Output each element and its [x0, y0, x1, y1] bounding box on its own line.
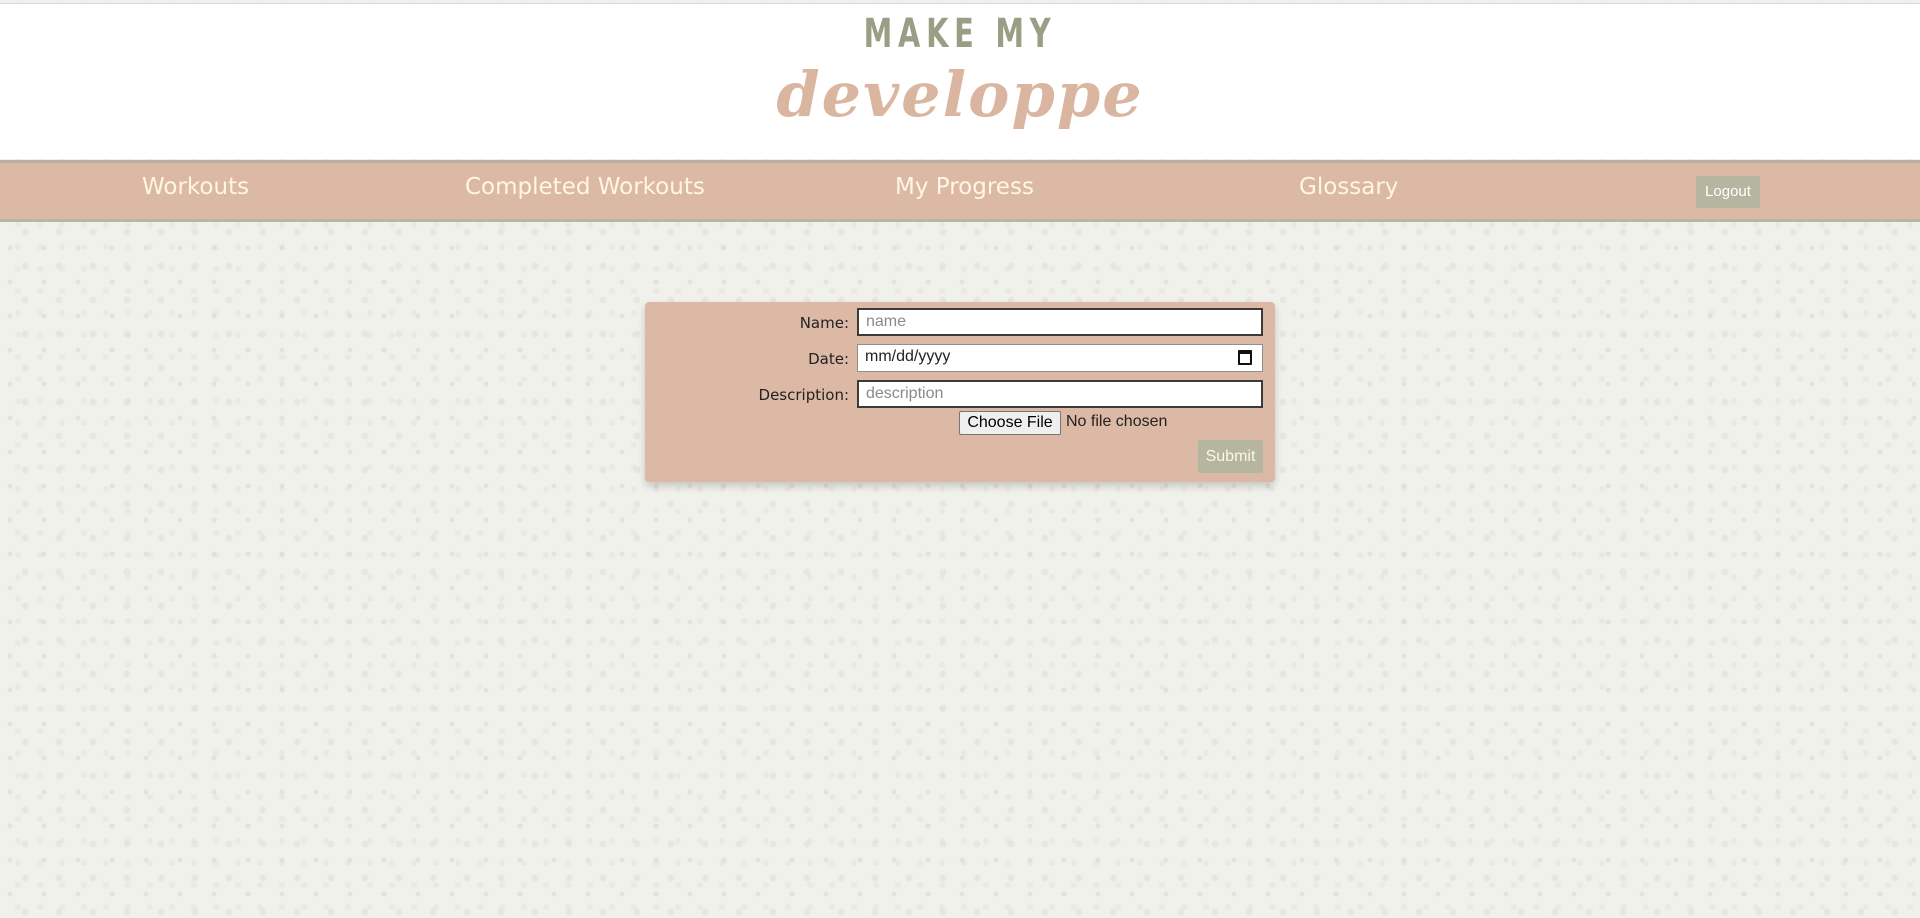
- description-input[interactable]: description: [857, 380, 1263, 408]
- calendar-icon[interactable]: [1238, 350, 1252, 365]
- name-label: Name:: [799, 314, 849, 332]
- nav-item-completed-workouts[interactable]: Completed Workouts: [465, 174, 705, 200]
- site-header: MAKE MY developpe: [0, 4, 1920, 159]
- main-navigation: Workouts Completed Workouts My Progress …: [0, 160, 1920, 222]
- logout-button[interactable]: Logout: [1696, 176, 1760, 208]
- nav-item-glossary[interactable]: Glossary: [1299, 174, 1398, 200]
- date-label: Date:: [808, 350, 849, 368]
- name-input[interactable]: name: [857, 308, 1263, 336]
- date-input[interactable]: mm/dd/yyyy: [857, 344, 1263, 372]
- submit-button[interactable]: Submit: [1198, 440, 1263, 473]
- description-label: Description:: [758, 386, 849, 404]
- file-status-text: No file chosen: [1066, 413, 1168, 430]
- choose-file-button[interactable]: Choose File: [959, 411, 1061, 435]
- logo-title-line2: developpe: [776, 58, 1144, 131]
- nav-item-workouts[interactable]: Workouts: [142, 174, 249, 200]
- nav-item-my-progress[interactable]: My Progress: [895, 174, 1034, 200]
- date-value: mm/dd/yyyy: [865, 348, 951, 365]
- workout-upload-form: Name: name Date: mm/dd/yyyy Description:…: [645, 302, 1275, 482]
- logo-title-line1: MAKE MY: [863, 11, 1057, 57]
